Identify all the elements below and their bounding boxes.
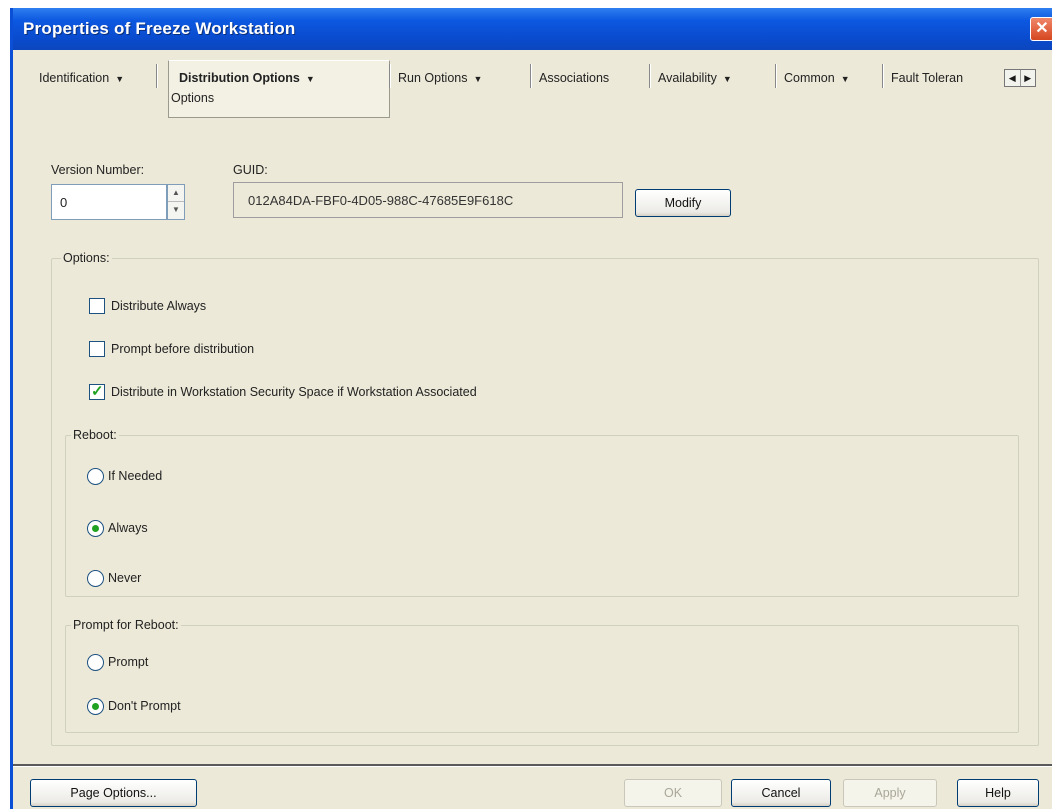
tab-associations-label: Associations <box>539 71 610 85</box>
tab-separator <box>389 64 391 88</box>
tab-distribution-options-label: Distribution Options <box>179 71 300 85</box>
reboot-if-needed-radio[interactable] <box>87 468 104 485</box>
reboot-if-needed-label: If Needed <box>108 469 163 483</box>
chevron-down-icon: ▼ <box>722 74 732 84</box>
tab-availability-label: Availability <box>658 71 717 85</box>
subtab-options[interactable]: Options <box>171 91 214 105</box>
scroll-right-icon[interactable]: ▶ <box>1021 70 1036 86</box>
tab-run-options-label: Run Options <box>398 71 468 85</box>
distribute-always-checkbox[interactable] <box>89 298 105 314</box>
tab-associations[interactable]: Associations <box>539 66 609 90</box>
prompt-before-distribution-checkbox[interactable] <box>89 341 105 357</box>
tab-common-label: Common <box>784 71 835 85</box>
reboot-always-label: Always <box>108 521 148 535</box>
prompt-for-reboot-group-label: Prompt for Reboot: <box>71 618 181 632</box>
spin-down-icon[interactable]: ▼ <box>168 202 184 219</box>
reboot-never-radio[interactable] <box>87 570 104 587</box>
tab-fault-tolerance-label: Fault Toleran <box>891 71 964 85</box>
spin-up-icon[interactable]: ▲ <box>168 185 184 202</box>
help-button[interactable]: Help <box>957 779 1039 807</box>
distribute-security-space-checkbox[interactable] <box>89 382 105 400</box>
dont-prompt-radio[interactable] <box>87 698 104 715</box>
tab-fault-tolerance[interactable]: Fault Toleran <box>891 66 1003 90</box>
tab-separator <box>775 64 777 88</box>
modify-button[interactable]: Modify <box>635 189 731 217</box>
version-number-input[interactable]: 0 <box>51 184 167 220</box>
window-title: Properties of Freeze Workstation <box>23 19 296 38</box>
chevron-down-icon: ▼ <box>840 74 850 84</box>
cancel-button[interactable]: Cancel <box>731 779 831 807</box>
distribute-security-space-label: Distribute in Workstation Security Space… <box>111 385 477 399</box>
title-bar[interactable]: Properties of Freeze Workstation ✕ <box>13 8 1052 50</box>
chevron-down-icon: ▼ <box>115 74 125 84</box>
chevron-down-icon: ▼ <box>473 74 483 84</box>
reboot-never-label: Never <box>108 571 142 585</box>
ok-button[interactable]: OK <box>624 779 722 807</box>
reboot-group <box>65 435 1019 597</box>
tab-separator <box>649 64 651 88</box>
tab-common[interactable]: Common ▼ <box>784 66 850 90</box>
tab-strip: Identification ▼ Distribution Options ▼ Ru… <box>13 60 1052 96</box>
distribute-always-label: Distribute Always <box>111 299 207 313</box>
tab-separator <box>530 64 532 88</box>
properties-window: Properties of Freeze Workstation ✕ Ident… <box>10 8 1052 809</box>
close-icon[interactable]: ✕ <box>1030 17 1052 41</box>
reboot-always-radio[interactable] <box>87 520 104 537</box>
prompt-label: Prompt <box>108 655 149 669</box>
tab-separator <box>156 64 158 88</box>
dont-prompt-label: Don't Prompt <box>108 699 181 713</box>
guid-field: 012A84DA-FBF0-4D05-988C-47685E9F618C <box>233 182 623 218</box>
options-group-label: Options: <box>61 251 112 265</box>
tab-identification[interactable]: Identification ▼ <box>39 66 124 90</box>
tab-separator <box>882 64 884 88</box>
tab-availability[interactable]: Availability ▼ <box>658 66 732 90</box>
prompt-radio[interactable] <box>87 654 104 671</box>
scroll-left-icon[interactable]: ◀ <box>1005 70 1021 86</box>
tab-run-options[interactable]: Run Options ▼ <box>398 66 482 90</box>
apply-button[interactable]: Apply <box>843 779 937 807</box>
tab-scroll-buttons: ◀ ▶ <box>1004 69 1036 87</box>
prompt-before-distribution-label: Prompt before distribution <box>111 342 255 356</box>
version-number-label: Version Number: <box>51 163 145 177</box>
prompt-for-reboot-group <box>65 625 1019 733</box>
tab-identification-label: Identification <box>39 71 110 85</box>
page-options-button[interactable]: Page Options... <box>30 779 197 807</box>
version-spinner[interactable]: ▲ ▼ <box>167 184 185 220</box>
chevron-down-icon: ▼ <box>305 74 315 84</box>
bottom-divider <box>13 764 1052 767</box>
tab-distribution-options[interactable]: Distribution Options ▼ <box>179 66 315 90</box>
reboot-group-label: Reboot: <box>71 428 119 442</box>
guid-label: GUID: <box>233 163 268 177</box>
